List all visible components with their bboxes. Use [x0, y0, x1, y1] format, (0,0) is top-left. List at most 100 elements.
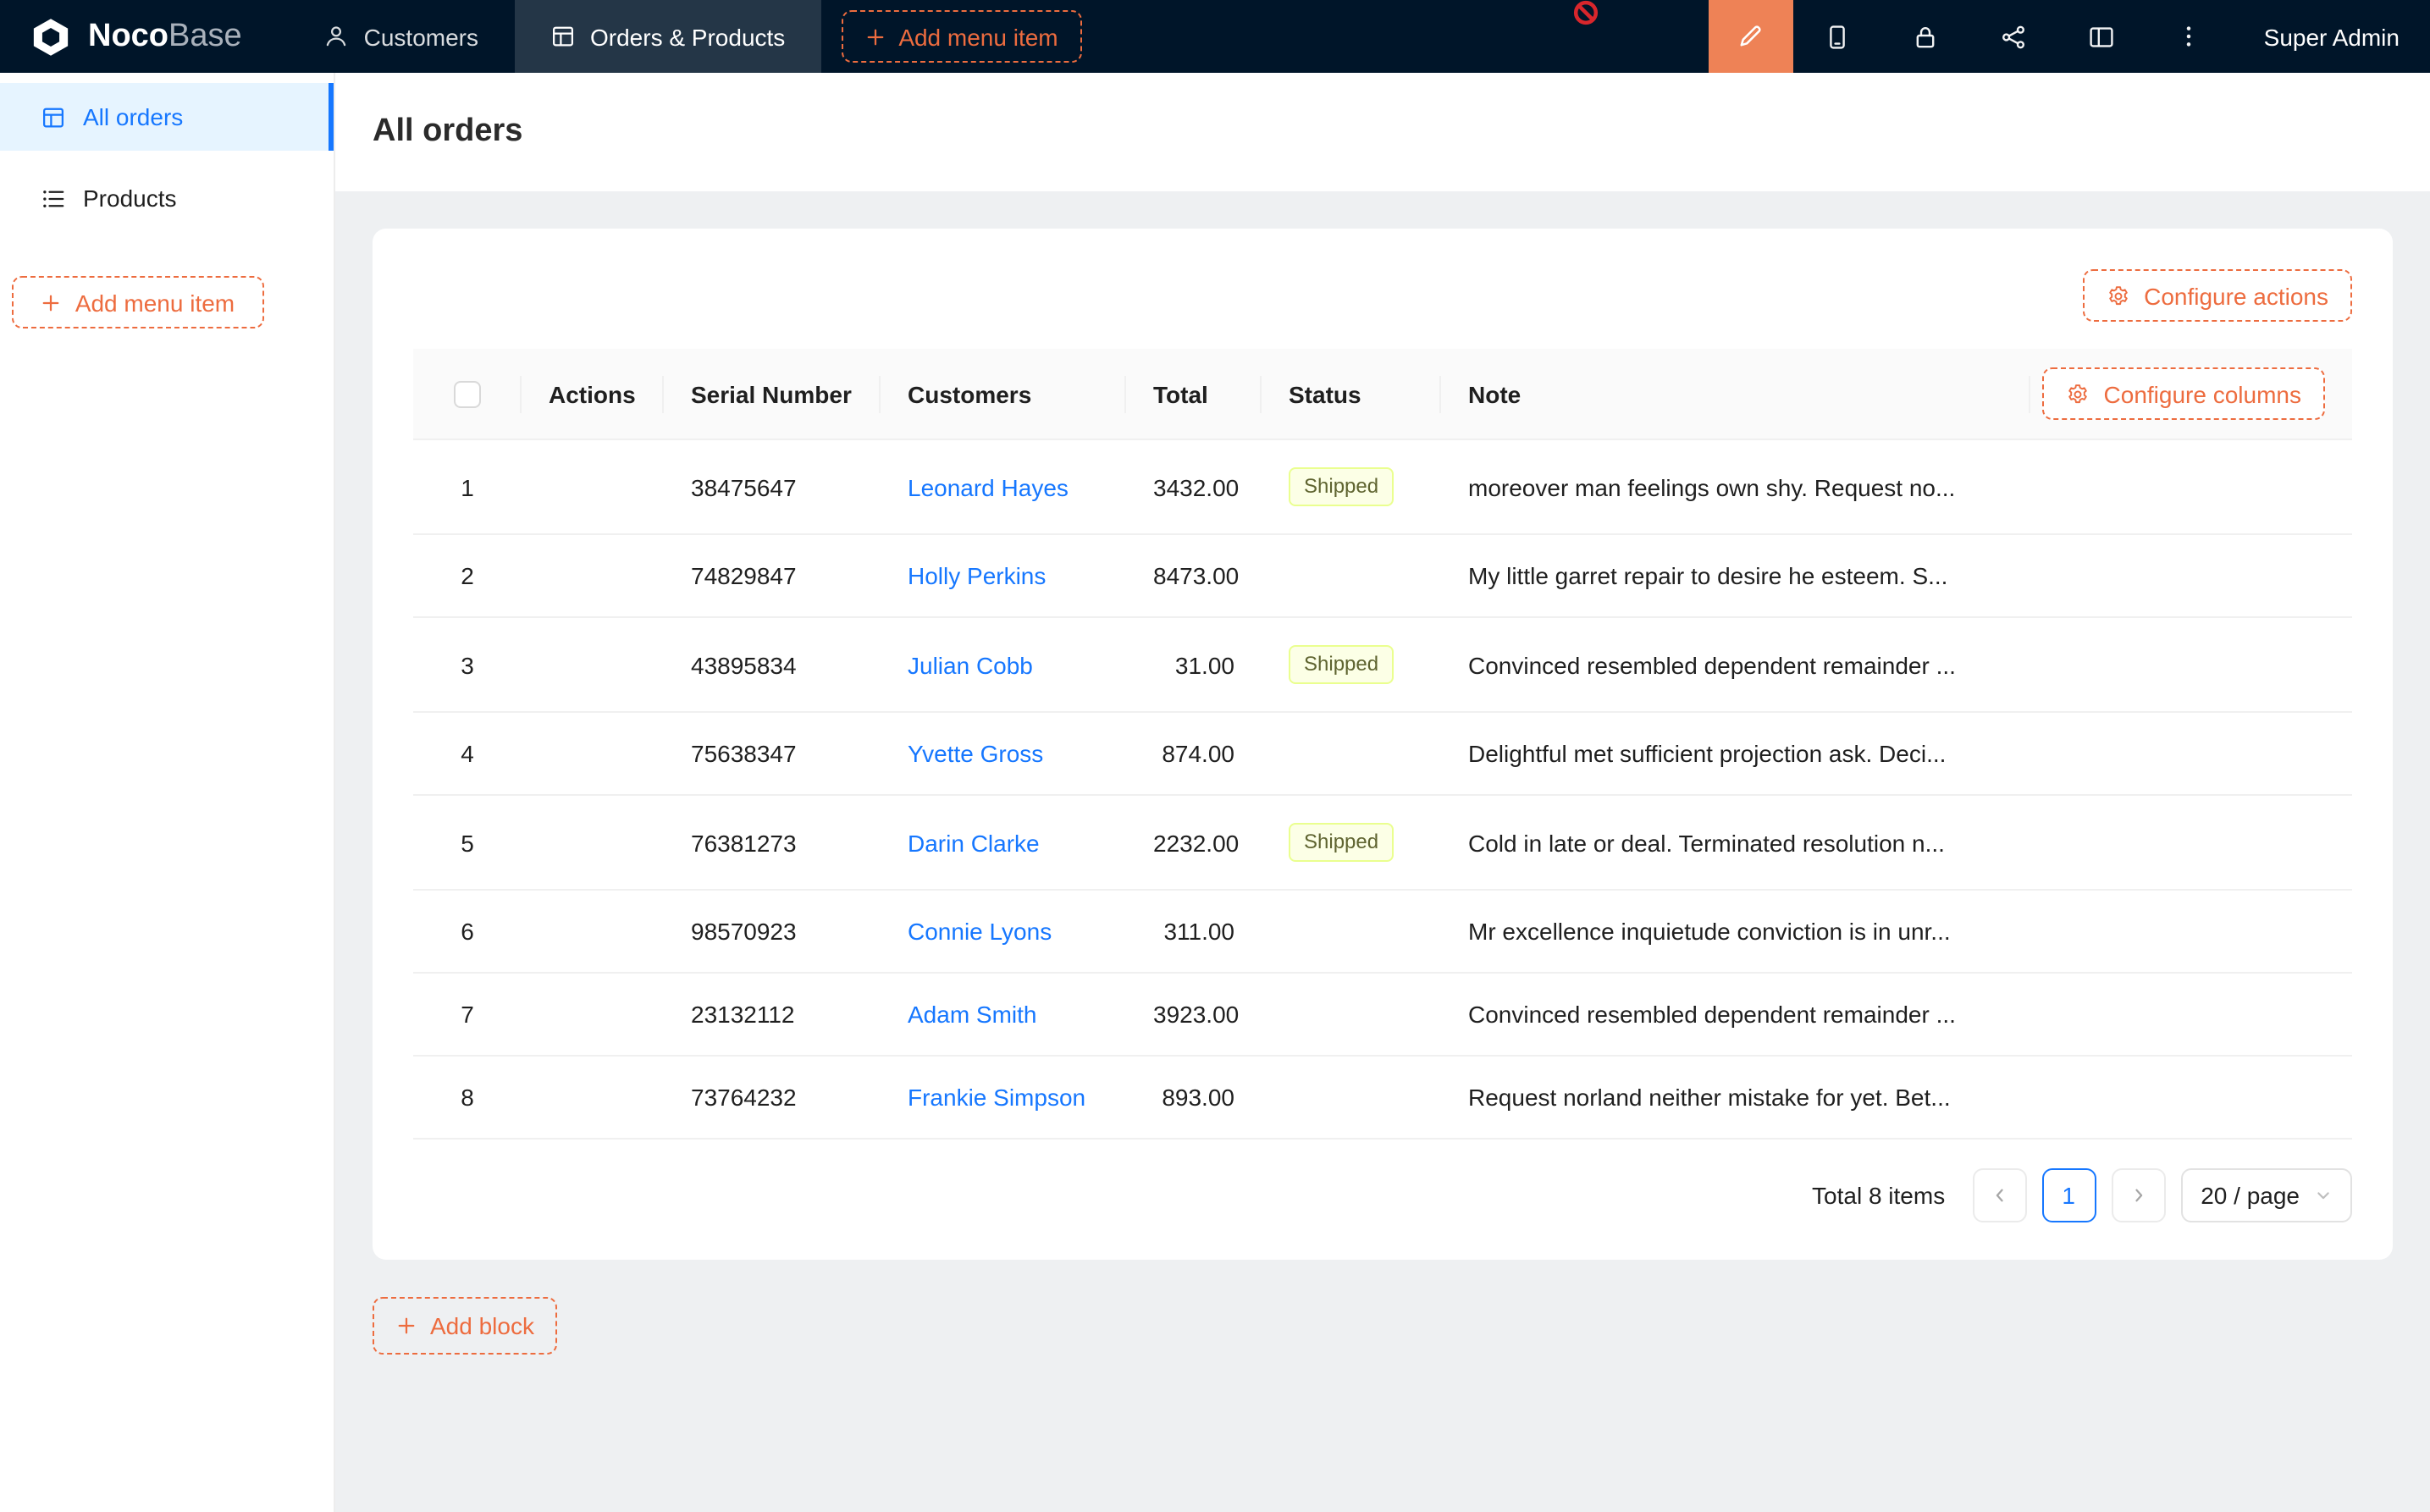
note-cell: My little garret repair to desire he est…	[1441, 534, 2030, 617]
topbar: NocoBase Customers Orders & Products	[0, 0, 2430, 73]
serial-number-cell: 76381273	[664, 795, 881, 890]
row-index: 1	[461, 473, 474, 500]
logo-text-noco: Noco	[88, 18, 168, 53]
serial-number-cell: 73764232	[664, 1056, 881, 1139]
row-config-cell	[2030, 439, 2352, 534]
row-actions-cell	[522, 973, 664, 1056]
gear-icon	[2067, 382, 2090, 406]
serial-number-cell: 38475647	[664, 439, 881, 534]
customer-link[interactable]: Julian Cobb	[908, 651, 1033, 678]
note-cell: Convinced resembled dependent remainder …	[1441, 973, 2030, 1056]
gear-icon	[2107, 284, 2130, 307]
user-name: Super Admin	[2264, 23, 2400, 50]
chevron-right-icon	[2129, 1187, 2146, 1204]
pagination: Total 8 items 1	[413, 1168, 2352, 1222]
pagination-next-button[interactable]	[2111, 1168, 2165, 1222]
orders-table-body: 1 38475647 Leonard Hayes 3432.00 Shipped…	[413, 439, 2352, 1139]
column-header-note: Note	[1441, 349, 2030, 439]
configure-actions-button[interactable]: Configure actions	[2083, 269, 2352, 322]
page-size-value: 20 / page	[2201, 1182, 2300, 1209]
pagination-page-1[interactable]: 1	[2041, 1168, 2096, 1222]
note-cell: Convinced resembled dependent remainder …	[1441, 617, 2030, 712]
lock-icon[interactable]	[1881, 0, 1969, 73]
total-cell: 31.00	[1126, 617, 1262, 712]
note-cell: Request norland neither mistake for yet.…	[1441, 1056, 2030, 1139]
row-config-cell	[2030, 890, 2352, 973]
user-menu[interactable]: Super Admin	[2234, 0, 2430, 73]
status-badge: Shipped	[1289, 823, 1394, 862]
table-row[interactable]: 4 75638347 Yvette Gross 874.00 Delightfu…	[413, 712, 2352, 795]
pagination-prev-button[interactable]	[1972, 1168, 2026, 1222]
column-header-customers: Customers	[881, 349, 1126, 439]
topbar-right-actions: Super Admin	[1709, 0, 2430, 73]
topnav-orders-products[interactable]: Orders & Products	[514, 0, 820, 73]
column-header-total: Total	[1126, 349, 1262, 439]
nocobase-logo[interactable]: NocoBase	[0, 0, 271, 73]
page-header: All orders	[335, 73, 2430, 191]
mobile-icon[interactable]	[1793, 0, 1881, 73]
more-icon[interactable]	[2146, 0, 2234, 73]
total-cell: 3923.00	[1126, 973, 1262, 1056]
table-toolbar: Configure actions	[413, 269, 2352, 322]
sidebar-add-menu-item-button[interactable]: Add menu item	[12, 276, 264, 328]
orders-table-block: Configure actions Actions Seria	[373, 229, 2393, 1260]
topnav-customers[interactable]: Customers	[288, 0, 514, 73]
plus-icon	[41, 292, 62, 312]
topbar-add-menu-item-label: Add menu item	[898, 23, 1058, 50]
table-row[interactable]: 7 23132112 Adam Smith 3923.00 Convinced …	[413, 973, 2352, 1056]
add-block-label: Add block	[430, 1312, 534, 1339]
table-row[interactable]: 8 73764232 Frankie Simpson 893.00 Reques…	[413, 1056, 2352, 1139]
layout-icon[interactable]	[2057, 0, 2146, 73]
note-cell: Mr excellence inquietude conviction is i…	[1441, 890, 2030, 973]
customer-link[interactable]: Darin Clarke	[908, 829, 1040, 856]
nocobase-logo-icon	[29, 14, 73, 58]
orders-table: Actions Serial Number Customers Total St…	[413, 349, 2352, 1140]
blocked-cursor-icon	[1573, 0, 1599, 25]
row-config-cell	[2030, 712, 2352, 795]
orders-table-icon	[41, 104, 66, 130]
customer-link[interactable]: Holly Perkins	[908, 562, 1046, 589]
row-index: 6	[461, 918, 474, 945]
customer-link[interactable]: Connie Lyons	[908, 918, 1052, 945]
serial-number-cell: 74829847	[664, 534, 881, 617]
api-icon[interactable]	[1969, 0, 2057, 73]
total-cell: 8473.00	[1126, 534, 1262, 617]
topbar-add-menu-item-button[interactable]: Add menu item	[841, 10, 1081, 63]
configure-columns-button[interactable]: Configure columns	[2043, 367, 2325, 420]
main-area: All orders Configure actions	[335, 73, 2430, 1512]
table-row[interactable]: 5 76381273 Darin Clarke 2232.00 Shipped …	[413, 795, 2352, 890]
sidebar-item-all-orders[interactable]: All orders	[0, 83, 334, 151]
row-actions-cell	[522, 890, 664, 973]
customer-link[interactable]: Adam Smith	[908, 1001, 1037, 1028]
sidebar-item-products[interactable]: Products	[0, 164, 334, 232]
table-row[interactable]: 6 98570923 Connie Lyons 311.00 Mr excell…	[413, 890, 2352, 973]
table-header-row: Actions Serial Number Customers Total St…	[413, 349, 2352, 439]
ui-editor-pen-icon	[1737, 22, 1765, 51]
add-block-button[interactable]: Add block	[373, 1297, 558, 1355]
select-all-checkbox[interactable]	[454, 381, 481, 408]
app-root: NocoBase Customers Orders & Products	[0, 0, 2430, 1512]
configure-actions-label: Configure actions	[2144, 282, 2328, 309]
customer-link[interactable]: Yvette Gross	[908, 740, 1043, 767]
chevron-down-icon	[2315, 1187, 2332, 1204]
row-config-cell	[2030, 617, 2352, 712]
row-index: 8	[461, 1084, 474, 1111]
table-row[interactable]: 1 38475647 Leonard Hayes 3432.00 Shipped…	[413, 439, 2352, 534]
row-actions-cell	[522, 439, 664, 534]
logo-text-base: Base	[168, 18, 242, 53]
note-cell: Cold in late or deal. Terminated resolut…	[1441, 795, 2030, 890]
ui-editor-button[interactable]	[1709, 0, 1793, 73]
serial-number-cell: 23132112	[664, 973, 881, 1056]
customer-link[interactable]: Leonard Hayes	[908, 473, 1069, 500]
column-header-serial-number: Serial Number	[664, 349, 881, 439]
row-actions-cell	[522, 1056, 664, 1139]
sidebar: All orders Products Add menu item	[0, 73, 335, 1512]
page-size-select[interactable]: 20 / page	[2180, 1168, 2352, 1222]
table-row[interactable]: 3 43895834 Julian Cobb 31.00 Shipped Con…	[413, 617, 2352, 712]
sidebar-item-label: All orders	[83, 103, 183, 130]
table-row[interactable]: 2 74829847 Holly Perkins 8473.00 My litt…	[413, 534, 2352, 617]
row-config-cell	[2030, 973, 2352, 1056]
customer-link[interactable]: Frankie Simpson	[908, 1084, 1085, 1111]
column-header-actions: Actions	[522, 349, 664, 439]
total-cell: 893.00	[1126, 1056, 1262, 1139]
